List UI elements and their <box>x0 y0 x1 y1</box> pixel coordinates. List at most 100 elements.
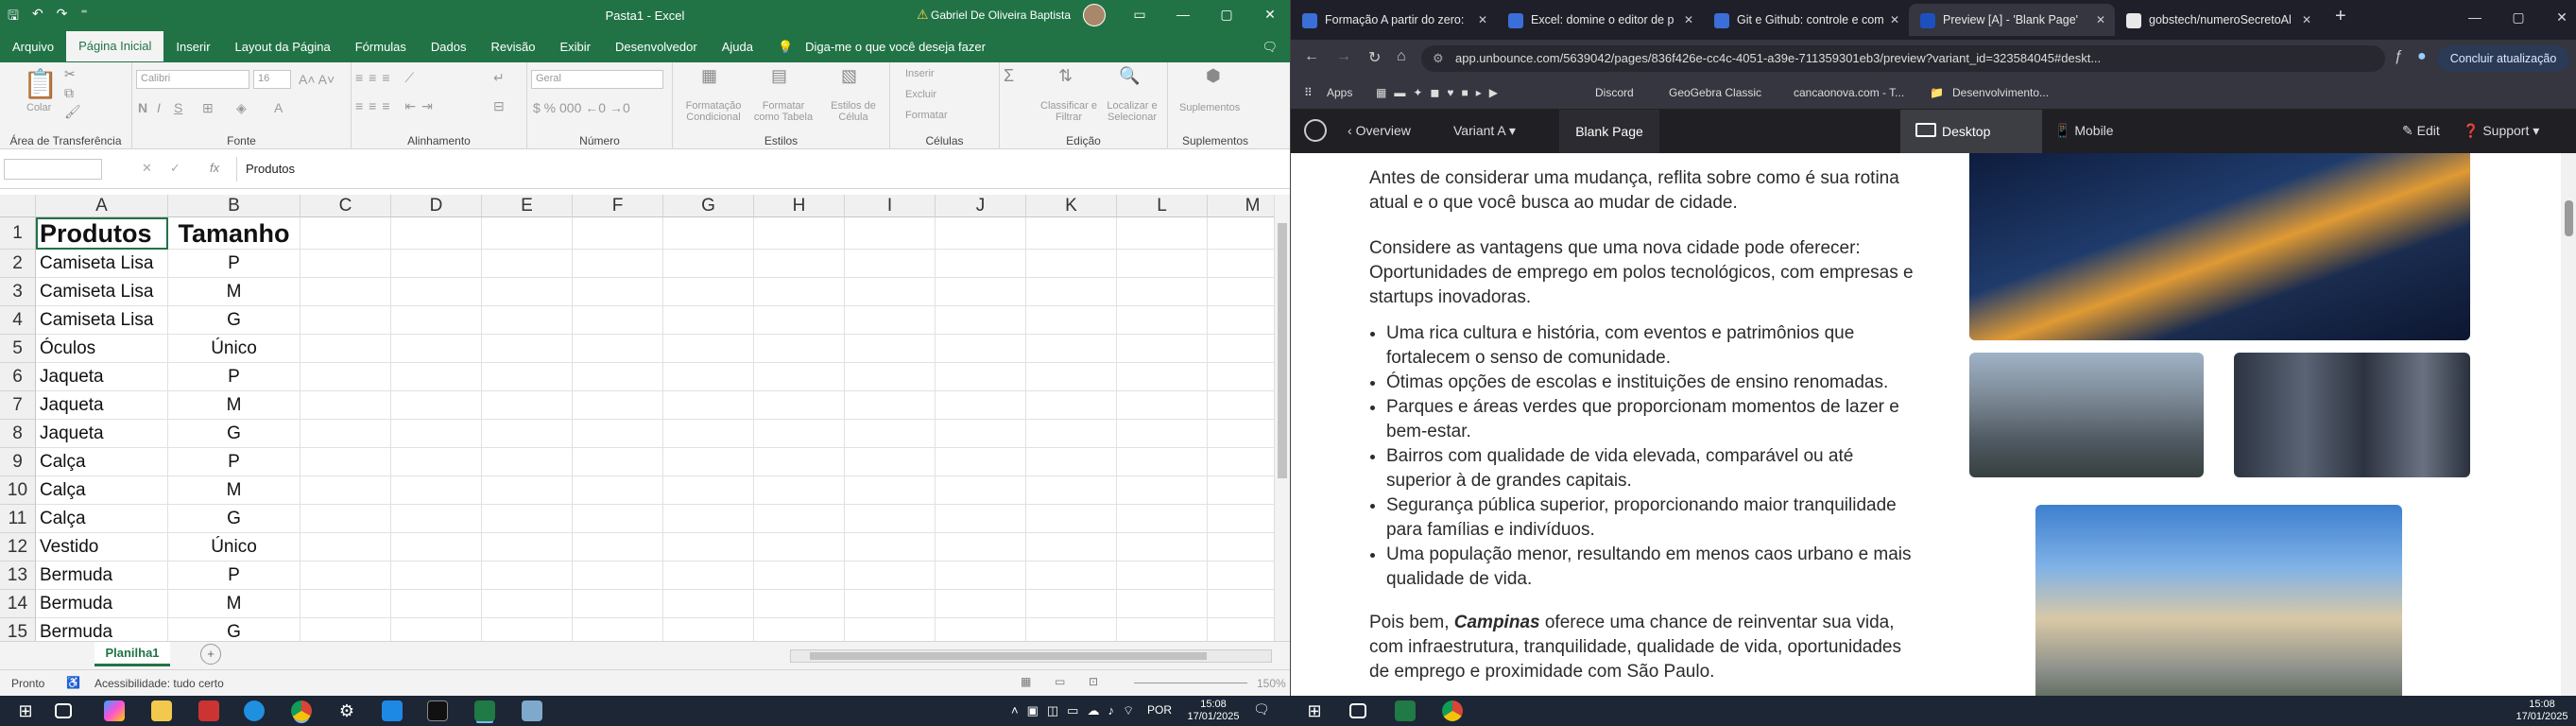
chrome-icon[interactable] <box>291 700 312 721</box>
cell-b14[interactable]: M <box>168 590 301 618</box>
find-label[interactable]: Localizar e Selecionar <box>1100 100 1164 123</box>
cell-h6[interactable] <box>754 363 845 391</box>
font-size-box[interactable]: 16 <box>253 70 291 89</box>
comments-icon[interactable]: 🗨 <box>1249 32 1290 62</box>
cell-k13[interactable] <box>1026 562 1117 590</box>
cell-l6[interactable] <box>1117 363 1208 391</box>
cell-g11[interactable] <box>663 505 754 533</box>
cell-f15[interactable] <box>573 618 663 641</box>
row-header[interactable]: 8 <box>0 420 36 448</box>
column-header-c[interactable]: C <box>301 195 391 217</box>
cell-d7[interactable] <box>391 391 482 420</box>
cell-f8[interactable] <box>573 420 663 448</box>
cell-b4[interactable]: G <box>168 306 301 335</box>
cell-e8[interactable] <box>482 420 573 448</box>
insert-function-icon[interactable]: fx <box>210 161 219 175</box>
cell-f11[interactable] <box>573 505 663 533</box>
cell-c7[interactable] <box>301 391 391 420</box>
cell-a1[interactable]: Produtos <box>36 217 168 250</box>
row-header[interactable]: 10 <box>0 476 36 505</box>
cell-e11[interactable] <box>482 505 573 533</box>
restore-icon[interactable]: ▢ <box>1205 7 1248 23</box>
cut-icon[interactable]: ✂ <box>64 66 76 82</box>
cell-a3[interactable]: Camiseta Lisa <box>36 278 168 306</box>
bold-icon[interactable]: N <box>138 100 147 115</box>
browser-tab[interactable]: Formação A partir do zero: ✕ <box>1291 4 1497 36</box>
cell-b7[interactable]: M <box>168 391 301 420</box>
column-header-f[interactable]: F <box>573 195 663 217</box>
column-header-e[interactable]: E <box>482 195 573 217</box>
cell-k14[interactable] <box>1026 590 1117 618</box>
cell-i5[interactable] <box>845 335 936 363</box>
cell-j12[interactable] <box>936 533 1026 562</box>
cell-d12[interactable] <box>391 533 482 562</box>
cell-l1[interactable] <box>1117 217 1208 250</box>
cell-d1[interactable] <box>391 217 482 250</box>
cell-j1[interactable] <box>936 217 1026 250</box>
cell-b5[interactable]: Único <box>168 335 301 363</box>
cell-a2[interactable]: Camiseta Lisa <box>36 250 168 278</box>
cell-d11[interactable] <box>391 505 482 533</box>
ribbon-display-icon[interactable]: ▭ <box>1118 7 1161 23</box>
cell-e7[interactable] <box>482 391 573 420</box>
cell-k2[interactable] <box>1026 250 1117 278</box>
paste-label[interactable]: Colar <box>26 102 51 113</box>
cell-b9[interactable]: P <box>168 448 301 476</box>
clock[interactable]: 15:08 17/01/2025 <box>2514 699 2570 723</box>
cell-d3[interactable] <box>391 278 482 306</box>
cell-d6[interactable] <box>391 363 482 391</box>
cell-d9[interactable] <box>391 448 482 476</box>
excel-icon[interactable] <box>1395 700 1416 721</box>
cell-j7[interactable] <box>936 391 1026 420</box>
scroll-thumb[interactable] <box>1278 223 1287 478</box>
column-header-a[interactable]: A <box>36 195 168 217</box>
bookmark-icons[interactable]: ▦▬✦◼♥■▸▶ <box>1376 86 1505 99</box>
cell-j11[interactable] <box>936 505 1026 533</box>
cell-m10[interactable] <box>1208 476 1274 505</box>
cell-k4[interactable] <box>1026 306 1117 335</box>
edit-button[interactable]: ✎ Edit <box>2402 123 2440 139</box>
warning-icon[interactable]: ⚠ <box>917 7 929 23</box>
cell-m11[interactable] <box>1208 505 1274 533</box>
paste-icon[interactable]: 📋 <box>23 68 58 101</box>
cell-m15[interactable] <box>1208 618 1274 641</box>
cell-l2[interactable] <box>1117 250 1208 278</box>
currency-icon[interactable]: $ % 000 ←0 →0 <box>533 100 630 115</box>
cell-a7[interactable]: Jaqueta <box>36 391 168 420</box>
cell-l12[interactable] <box>1117 533 1208 562</box>
forward-icon[interactable]: → <box>1336 48 1351 65</box>
cell-e5[interactable] <box>482 335 573 363</box>
cell-c13[interactable] <box>301 562 391 590</box>
cell-g12[interactable] <box>663 533 754 562</box>
cell-a9[interactable]: Calça <box>36 448 168 476</box>
accessibility-icon[interactable]: ♿ <box>66 676 80 689</box>
cell-b6[interactable]: P <box>168 363 301 391</box>
cell-i14[interactable] <box>845 590 936 618</box>
cell-a14[interactable]: Bermuda <box>36 590 168 618</box>
grow-font-icon[interactable]: A˄ A˅ <box>299 72 335 87</box>
cell-g14[interactable] <box>663 590 754 618</box>
zoom-level[interactable]: 150% <box>1257 677 1286 690</box>
cell-f14[interactable] <box>573 590 663 618</box>
chrome-icon[interactable] <box>1442 700 1463 721</box>
cell-d8[interactable] <box>391 420 482 448</box>
terminal-icon[interactable] <box>427 700 448 721</box>
cell-i15[interactable] <box>845 618 936 641</box>
cell-j14[interactable] <box>936 590 1026 618</box>
cell-i9[interactable] <box>845 448 936 476</box>
desktop-view-button[interactable]: Desktop <box>1900 110 2042 153</box>
calculator-icon[interactable] <box>198 700 219 721</box>
address-bar[interactable]: ⚙ app.unbounce.com/5639042/pages/836f426… <box>1421 45 2385 72</box>
row-header[interactable]: 11 <box>0 505 36 533</box>
cell-e12[interactable] <box>482 533 573 562</box>
cell-d2[interactable] <box>391 250 482 278</box>
row-header[interactable]: 5 <box>0 335 36 363</box>
cell-c5[interactable] <box>301 335 391 363</box>
confirm-entry-icon[interactable]: ✓ <box>170 161 180 176</box>
cell-l7[interactable] <box>1117 391 1208 420</box>
cell-d5[interactable] <box>391 335 482 363</box>
update-browser-button[interactable]: Concluir atualização <box>2437 45 2569 72</box>
clock[interactable]: 15:08 17/01/2025 <box>1185 699 1242 723</box>
horizontal-scrollbar[interactable] <box>790 649 1272 663</box>
number-format-box[interactable]: Geral <box>531 70 663 89</box>
